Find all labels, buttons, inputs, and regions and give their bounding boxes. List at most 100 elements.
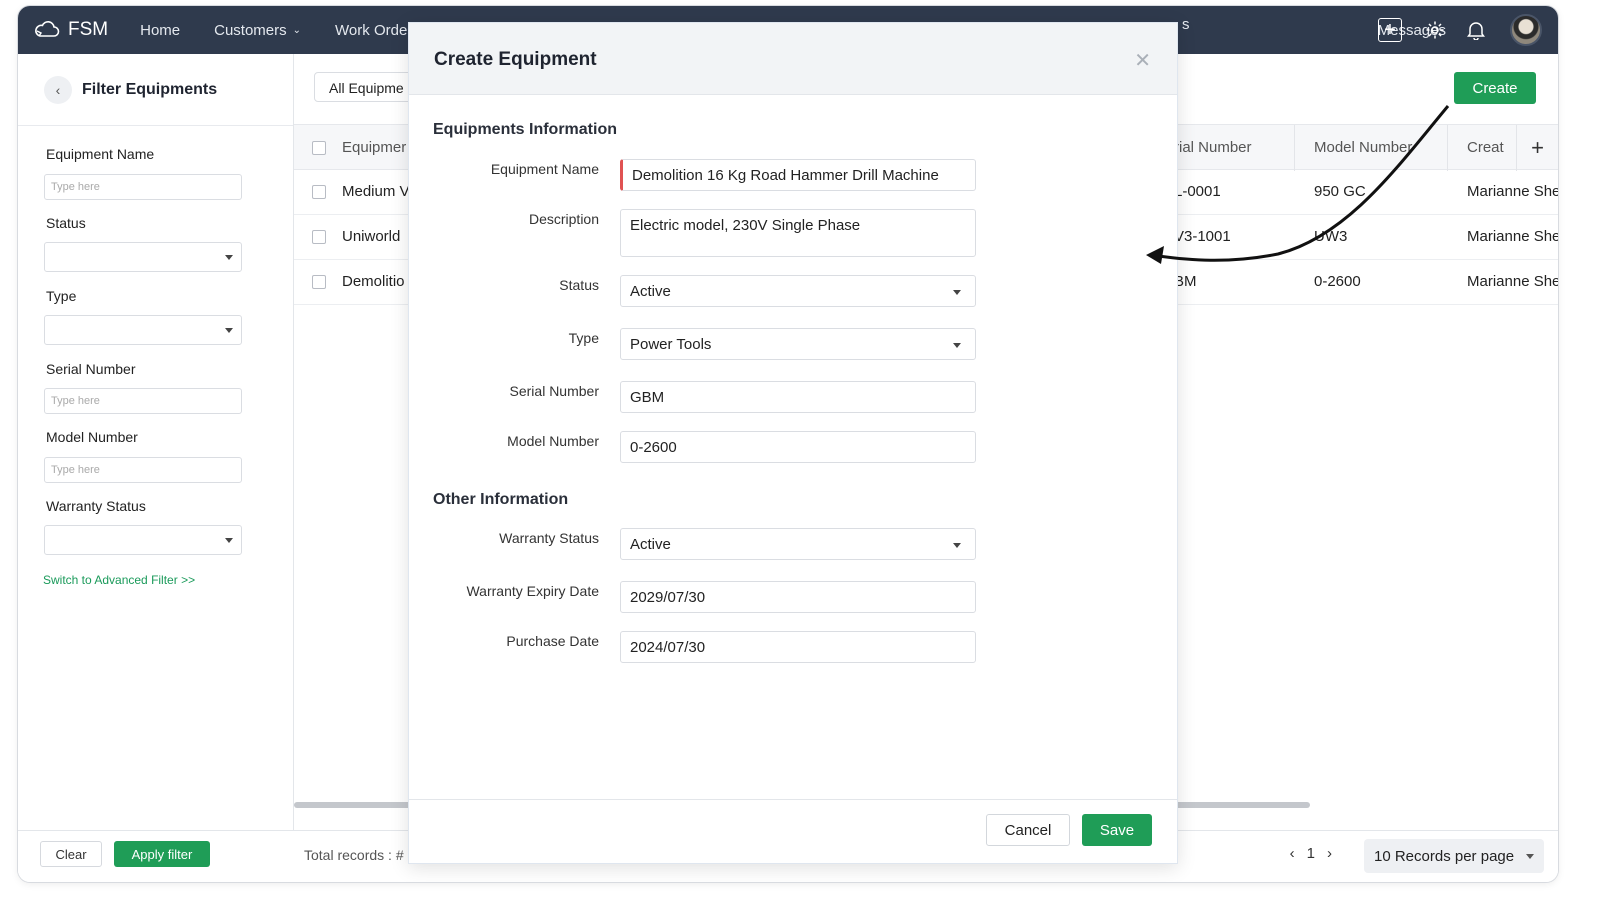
app-logo[interactable]: FSM xyxy=(34,19,108,41)
chevron-right-icon[interactable]: › xyxy=(1327,845,1332,862)
close-icon[interactable]: ✕ xyxy=(1134,51,1151,71)
serial-number-field[interactable]: GBM xyxy=(620,381,976,413)
advanced-filter-link[interactable]: Switch to Advanced Filter >> xyxy=(43,573,195,587)
row-checkbox[interactable] xyxy=(312,230,326,244)
quick-create-icon[interactable]: + xyxy=(1378,18,1402,42)
type-value: Power Tools xyxy=(630,336,712,353)
apply-filter-button[interactable]: Apply filter xyxy=(114,841,210,867)
pagination: ‹ 1 › xyxy=(1284,845,1338,862)
page-number: 1 xyxy=(1306,845,1315,862)
filter-type-select[interactable] xyxy=(44,315,242,345)
filter-model-number-input[interactable]: Type here xyxy=(44,457,242,483)
cell-created-by: Marianne She xyxy=(1467,273,1558,290)
warranty-expiry-date-field[interactable]: 2029/07/30 xyxy=(620,581,976,613)
caret-down-icon xyxy=(953,290,961,295)
purchase-date-field[interactable]: 2024/07/30 xyxy=(620,631,976,663)
description-field[interactable]: Electric model, 230V Single Phase xyxy=(620,209,976,257)
cell-created-by: Marianne She xyxy=(1467,228,1558,245)
status-value: Active xyxy=(630,283,671,300)
caret-down-icon xyxy=(953,543,961,548)
filter-sidebar: ‹ Filter Equipments Equipment Name Type … xyxy=(18,54,294,882)
row-checkbox[interactable] xyxy=(312,185,326,199)
cell-model: 0-2600 xyxy=(1314,273,1361,290)
nav-work-order[interactable]: Work Order xyxy=(335,22,412,39)
nav-work-order-label: Work Order xyxy=(335,21,413,39)
nav-customers[interactable]: Customers ⌄ xyxy=(214,22,301,39)
warranty-status-label: Warranty Status xyxy=(499,530,599,546)
add-column-icon[interactable]: + xyxy=(1516,125,1558,171)
filter-status-label: Status xyxy=(46,215,86,231)
filter-serial-number-label: Serial Number xyxy=(46,361,136,377)
modal-header: Create Equipment ✕ xyxy=(409,23,1177,95)
status-label: Status xyxy=(559,277,599,293)
model-number-label: Model Number xyxy=(507,433,599,449)
caret-down-icon xyxy=(1526,854,1534,859)
clear-button[interactable]: Clear xyxy=(40,841,102,867)
records-per-page-select[interactable]: 10 Records per page xyxy=(1364,839,1544,873)
warranty-status-select[interactable]: Active xyxy=(620,528,976,560)
app-window: FSM Home Customers ⌄ Work Order s Message… xyxy=(18,6,1558,882)
modal-footer: Cancel Save xyxy=(409,799,1177,863)
filter-title: Filter Equipments xyxy=(82,80,218,98)
bell-icon[interactable] xyxy=(1467,20,1485,40)
filter-status-select[interactable] xyxy=(44,242,242,272)
chevron-down-icon: ⌄ xyxy=(292,24,302,36)
cancel-button[interactable]: Cancel xyxy=(986,814,1070,846)
equipment-name-field[interactable]: Demolition 16 Kg Road Hammer Drill Machi… xyxy=(620,159,976,191)
col-equipment-header[interactable]: Equipmer xyxy=(342,139,406,156)
total-records: Total records : # xyxy=(304,847,404,863)
cell-serial: L-0001 xyxy=(1174,183,1221,200)
cell-model: 950 GC xyxy=(1314,183,1366,200)
nav-home[interactable]: Home xyxy=(140,22,180,39)
cell-name: Medium V xyxy=(342,183,410,200)
caret-down-icon xyxy=(225,328,233,333)
cloud-icon xyxy=(35,21,60,37)
select-all-checkbox[interactable] xyxy=(312,141,326,155)
chevron-left-icon[interactable]: ‹ xyxy=(1290,845,1295,862)
caret-down-icon xyxy=(953,343,961,348)
filter-footer: Clear Apply filter xyxy=(18,830,294,882)
warranty-status-value: Active xyxy=(630,536,671,553)
status-select[interactable]: Active xyxy=(620,275,976,307)
cell-name: Uniworld xyxy=(342,228,401,245)
nav-customers-label: Customers xyxy=(214,21,287,39)
type-label: Type xyxy=(568,330,599,346)
back-button[interactable]: ‹ xyxy=(44,75,72,104)
equipment-name-label: Equipment Name xyxy=(490,161,599,177)
avatar[interactable] xyxy=(1510,14,1542,46)
create-button[interactable]: Create xyxy=(1454,72,1536,104)
col-created-header[interactable]: Creat xyxy=(1467,139,1504,156)
warranty-expiry-date-label: Warranty Expiry Date xyxy=(466,583,599,599)
nav-item-partial[interactable]: s xyxy=(1182,16,1190,33)
purchase-date-label: Purchase Date xyxy=(506,633,599,649)
model-number-field[interactable]: 0-2600 xyxy=(620,431,976,463)
filter-type-label: Type xyxy=(46,288,77,304)
serial-number-label: Serial Number xyxy=(509,383,599,399)
nav-home-label: Home xyxy=(140,21,181,39)
filter-header: ‹ Filter Equipments xyxy=(18,54,293,126)
caret-down-icon xyxy=(225,538,233,543)
cell-serial: V3-1001 xyxy=(1174,228,1231,245)
modal-title: Create Equipment xyxy=(434,49,597,70)
cell-created-by: Marianne She xyxy=(1467,183,1558,200)
column-divider xyxy=(1447,125,1448,171)
create-equipment-modal: Create Equipment ✕ Equipments Informatio… xyxy=(408,22,1178,864)
records-per-page-label: 10 Records per page xyxy=(1374,847,1515,865)
type-select[interactable]: Power Tools xyxy=(620,328,976,360)
caret-down-icon xyxy=(225,255,233,260)
save-button[interactable]: Save xyxy=(1082,814,1152,846)
filter-model-number-label: Model Number xyxy=(46,429,138,445)
col-model-header[interactable]: Model Number xyxy=(1314,139,1412,156)
filter-warranty-status-label: Warranty Status xyxy=(46,498,146,514)
section-other-info: Other Information xyxy=(433,491,569,508)
filter-equipment-name-input[interactable]: Type here xyxy=(44,174,242,200)
logo-text: FSM xyxy=(68,19,109,40)
chevron-left-icon: ‹ xyxy=(55,81,61,98)
filter-equipment-name-label: Equipment Name xyxy=(46,146,155,162)
filter-serial-number-input[interactable]: Type here xyxy=(44,388,242,414)
row-checkbox[interactable] xyxy=(312,275,326,289)
gear-icon[interactable] xyxy=(1425,20,1445,40)
col-serial-header[interactable]: rial Number xyxy=(1174,139,1252,156)
filter-warranty-status-select[interactable] xyxy=(44,525,242,555)
cell-model: UW3 xyxy=(1314,228,1348,245)
